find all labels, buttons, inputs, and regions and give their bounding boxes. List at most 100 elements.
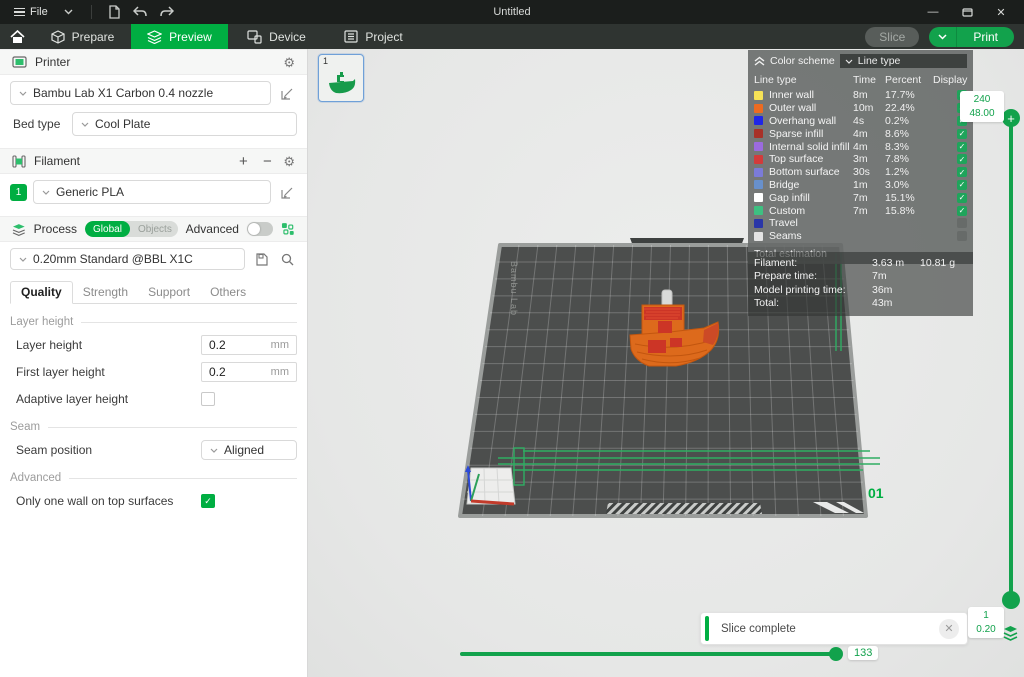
tab-project-label: Project <box>365 30 402 44</box>
line-type-swatch <box>754 180 763 189</box>
display-checkbox[interactable]: ✓ <box>957 193 967 203</box>
redo-icon[interactable] <box>156 3 178 21</box>
tab-strength[interactable]: Strength <box>73 282 138 303</box>
line-type-time: 8m <box>853 89 883 101</box>
layers-mode-icon[interactable] <box>1002 625 1019 641</box>
move-slider-handle[interactable] <box>829 647 843 661</box>
close-button[interactable]: ✕ <box>988 3 1014 21</box>
preview-viewport[interactable]: Bambu Lab <box>308 49 1024 677</box>
notification-close-button[interactable]: ✕ <box>939 619 959 639</box>
line-type-label: Internal solid infill <box>769 141 851 153</box>
slice-button[interactable]: Slice <box>865 27 919 47</box>
display-checkbox[interactable]: ✓ <box>957 154 967 164</box>
print-dropdown-button[interactable] <box>929 27 957 47</box>
tab-device[interactable]: Device <box>228 24 325 49</box>
file-menu-label: File <box>30 6 48 18</box>
print-button[interactable]: Print <box>957 27 1014 47</box>
line-type-percent: 3.0% <box>885 179 931 191</box>
prepare-cube-icon <box>51 30 65 44</box>
filament-section-header: Filament + − ⚙ <box>0 148 307 174</box>
display-checkbox[interactable]: ✓ <box>957 167 967 177</box>
advanced-toggle[interactable] <box>247 222 273 236</box>
seam-position-select[interactable]: Aligned <box>201 440 297 460</box>
tab-quality[interactable]: Quality <box>10 281 73 304</box>
file-menu-dropdown[interactable] <box>58 7 79 17</box>
bed-type-select[interactable]: Cool Plate <box>72 112 297 136</box>
line-type-time: 7m <box>853 205 883 217</box>
line-type-time: 30s <box>853 166 883 178</box>
legend-panel: Color scheme Line type Line typeTime Per… <box>748 50 973 264</box>
tab-project[interactable]: Project <box>325 24 422 49</box>
tab-prepare[interactable]: Prepare <box>34 24 131 49</box>
adaptive-layer-height-checkbox[interactable]: ✓ <box>201 392 215 406</box>
collapse-panel-icon[interactable] <box>754 56 765 66</box>
line-type-percent: 22.4% <box>885 102 931 114</box>
maximize-button[interactable] <box>954 3 980 21</box>
printer-edit-icon[interactable] <box>277 83 297 103</box>
line-type-swatch <box>754 232 763 241</box>
scope-global-button[interactable]: Global <box>85 221 130 237</box>
tab-others[interactable]: Others <box>200 282 256 303</box>
line-type-label: Bottom surface <box>769 166 851 178</box>
line-type-time: 3m <box>853 153 883 165</box>
save-preset-icon[interactable] <box>251 249 271 269</box>
process-section-header: Process Global Objects Advanced <box>0 216 307 242</box>
line-type-percent: 8.6% <box>885 128 931 140</box>
one-wall-top-checkbox[interactable]: ✓ <box>201 494 215 508</box>
display-checkbox[interactable]: ✓ <box>957 231 967 241</box>
printer-settings-gear-icon[interactable]: ⚙ <box>283 56 295 69</box>
color-scheme-label: Color scheme <box>770 55 835 67</box>
home-icon <box>10 30 25 44</box>
printer-preset-select[interactable]: Bambu Lab X1 Carbon 0.4 nozzle <box>10 81 271 105</box>
layer-slider-bottom-handle[interactable] <box>1002 591 1020 609</box>
total-label: Total: <box>754 297 872 309</box>
move-slider-track[interactable] <box>460 652 836 656</box>
undo-icon[interactable] <box>130 3 152 21</box>
display-checkbox[interactable]: ✓ <box>957 180 967 190</box>
legend-column-headers: Line typeTime PercentDisplay <box>754 74 967 86</box>
layer-slider-track[interactable] <box>1009 123 1013 595</box>
home-button[interactable] <box>0 24 34 49</box>
line-type-label: Overhang wall <box>769 115 851 127</box>
legend-row: Gap infill7m15.1%✓ <box>754 191 967 204</box>
display-checkbox[interactable]: ✓ <box>957 142 967 152</box>
legend-row: Inner wall8m17.7%✓ <box>754 89 967 102</box>
display-checkbox[interactable]: ✓ <box>957 206 967 216</box>
display-checkbox[interactable]: ✓ <box>957 218 967 228</box>
remove-filament-button[interactable]: − <box>259 153 275 170</box>
process-preset-select[interactable]: 0.20mm Standard @BBL X1C <box>10 248 245 270</box>
parameter-table-icon[interactable] <box>281 222 295 236</box>
display-checkbox[interactable]: ✓ <box>957 129 967 139</box>
line-type-time: 4s <box>853 115 883 127</box>
tab-preview[interactable]: Preview <box>131 24 228 49</box>
process-tabs: Quality Strength Support Others <box>10 280 297 304</box>
line-type-time: 10m <box>853 102 883 114</box>
layer-height-input[interactable] <box>202 338 254 352</box>
line-type-percent: 15.1% <box>885 192 931 204</box>
legend-row: Sparse infill4m8.6%✓ <box>754 127 967 140</box>
minimize-button[interactable]: — <box>920 3 946 21</box>
plate-thumbnail[interactable]: 1 <box>318 54 364 102</box>
tab-support[interactable]: Support <box>138 282 200 303</box>
plate-number-label: 01 <box>868 485 884 501</box>
line-type-swatch <box>754 142 763 151</box>
first-layer-height-input[interactable] <box>202 365 254 379</box>
layer-height-unit: mm <box>271 339 296 351</box>
seam-position-label: Seam position <box>16 443 201 457</box>
scope-objects-button[interactable]: Objects <box>130 221 178 237</box>
color-scheme-select[interactable]: Line type <box>840 54 967 68</box>
layer-slider-top-handle[interactable]: + <box>1002 109 1020 127</box>
add-filament-button[interactable]: + <box>235 153 251 170</box>
filament-edit-icon[interactable] <box>277 182 297 202</box>
line-type-percent: 15.8% <box>885 205 931 217</box>
filament-preset-select[interactable]: Generic PLA <box>33 180 271 204</box>
filament-section-title: Filament <box>34 154 80 168</box>
line-type-time: 7m <box>853 192 883 204</box>
file-menu[interactable]: File <box>8 4 54 21</box>
layer-height-field: mm <box>201 335 297 355</box>
chevron-down-icon <box>19 257 27 262</box>
search-preset-icon[interactable] <box>277 249 297 269</box>
filament-settings-gear-icon[interactable]: ⚙ <box>283 155 295 168</box>
new-project-icon[interactable] <box>104 3 126 21</box>
benchy-thumbnail-icon <box>327 71 357 95</box>
